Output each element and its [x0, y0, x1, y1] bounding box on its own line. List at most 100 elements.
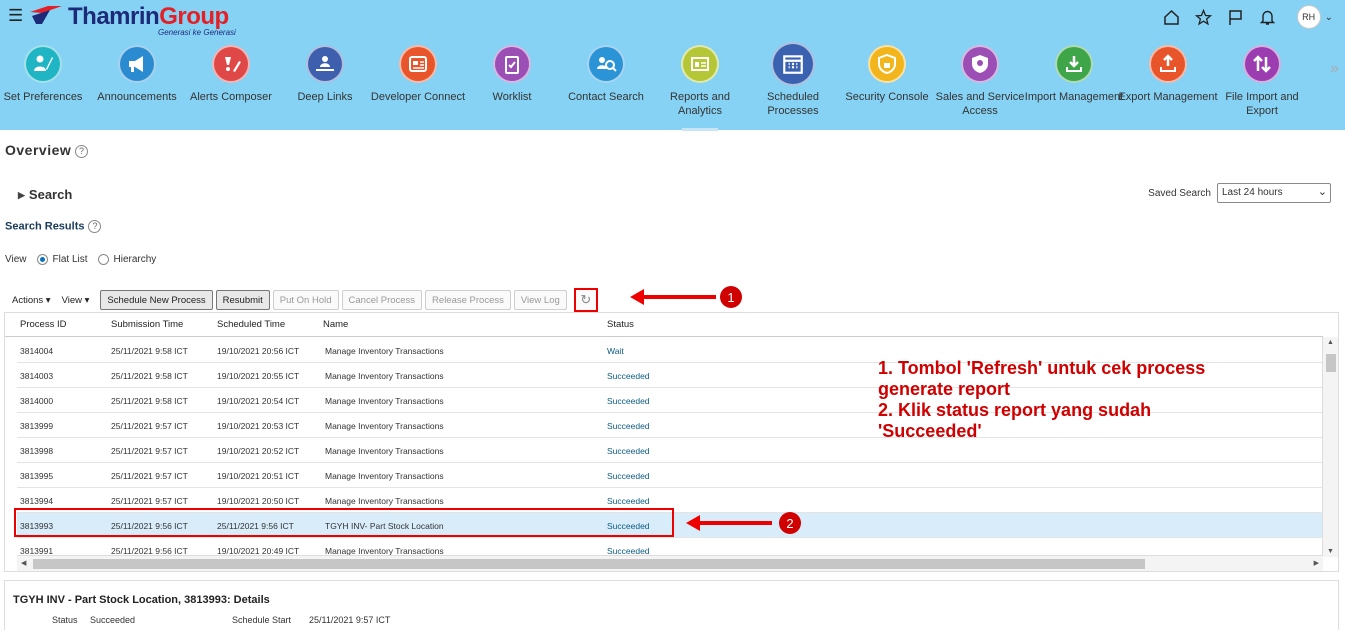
thamrin-group-logo[interactable]: ThamrinGroup Generasi ke Generasi	[28, 2, 258, 37]
flat-list-radio[interactable]	[36, 254, 48, 265]
app-label: Security Console	[845, 91, 929, 103]
process-name: Manage Inventory Transactions	[325, 421, 444, 431]
import-export-icon	[1243, 45, 1281, 83]
app-developer-connect[interactable]: Developer Connect	[368, 45, 468, 104]
submission-time: 25/11/2021 9:57 ICT	[111, 471, 188, 481]
hamburger-menu-icon[interactable]: ☰	[8, 6, 23, 26]
release-process-button[interactable]: Release Process	[425, 290, 511, 310]
annotation-note: 1. Tombol 'Refresh' untuk cek process ge…	[878, 358, 1238, 442]
scroll-down-icon[interactable]: ▼	[1327, 548, 1334, 555]
app-label: Worklist	[492, 91, 532, 103]
process-name: Manage Inventory Transactions	[325, 471, 444, 481]
help-icon[interactable]: ?	[88, 220, 102, 233]
scheduled-time: 19/10/2021 20:53 ICT	[217, 421, 300, 431]
app-label: Import Management	[1024, 91, 1124, 103]
page-title: Overview?	[5, 142, 89, 158]
table-header: Process ID Submission Time Scheduled Tim…	[5, 313, 1323, 337]
cancel-process-button[interactable]: Cancel Process	[341, 290, 423, 310]
home-icon[interactable]	[1161, 6, 1183, 28]
scrollbar-thumb[interactable]	[33, 559, 1145, 569]
status-link[interactable]: Wait	[607, 346, 624, 356]
submission-time: 25/11/2021 9:57 ICT	[111, 496, 188, 506]
schedule-new-process-button[interactable]: Schedule New Process	[100, 290, 213, 310]
annotation-arrow-2	[686, 515, 772, 531]
scrollbar-thumb[interactable]	[1326, 354, 1336, 372]
status-link[interactable]: Succeeded	[607, 471, 650, 481]
app-set-preferences[interactable]: Set Preferences	[0, 45, 93, 104]
app-import-management[interactable]: Import Management	[1024, 45, 1124, 104]
refresh-icon[interactable]: ↻	[573, 288, 598, 312]
view-log-button[interactable]: View Log	[513, 290, 567, 310]
chevron-right-double-icon[interactable]: »	[1330, 60, 1339, 78]
submission-time: 25/11/2021 9:58 ICT	[111, 346, 188, 356]
resubmit-button[interactable]: Resubmit	[215, 290, 270, 310]
app-security-console[interactable]: Security Console	[837, 45, 937, 104]
process-id: 3814000	[20, 396, 54, 406]
vertical-scrollbar[interactable]: ▲ ▼	[1322, 337, 1338, 557]
actions-menu[interactable]: Actions ▾	[12, 295, 51, 306]
app-worklist[interactable]: Worklist	[462, 45, 562, 104]
logo-mark-icon	[30, 6, 62, 24]
app-label: Alerts Composer	[190, 91, 272, 103]
bell-icon[interactable]	[1257, 6, 1279, 28]
app-label: Deep Links	[297, 91, 353, 103]
submission-time: 25/11/2021 9:57 ICT	[111, 421, 188, 431]
flat-list-label: Flat List	[52, 254, 88, 265]
megaphone-icon	[118, 45, 156, 83]
app-sales-and-service-access[interactable]: Sales and Service Access	[930, 45, 1030, 118]
app-contact-search[interactable]: Contact Search	[556, 45, 656, 104]
column-header[interactable]: Name	[323, 319, 348, 330]
developer-icon	[399, 45, 437, 83]
search-section-toggle[interactable]: ▶ Search	[18, 187, 72, 202]
status-link[interactable]: Succeeded	[607, 421, 650, 431]
flag-icon[interactable]	[1225, 6, 1247, 28]
app-export-management[interactable]: Export Management	[1118, 45, 1218, 104]
scroll-left-icon[interactable]: ◀	[21, 559, 26, 567]
put-on-hold-button[interactable]: Put On Hold	[272, 290, 339, 310]
status-value: Succeeded	[90, 615, 136, 625]
shield-check-icon	[961, 45, 999, 83]
scroll-right-icon[interactable]: ▶	[1314, 559, 1319, 567]
scroll-up-icon[interactable]: ▲	[1327, 339, 1334, 346]
app-scheduled-processes[interactable]: Scheduled Processes	[743, 42, 843, 118]
process-details-panel: TGYH INV - Part Stock Location, 3813993:…	[4, 580, 1339, 630]
column-header[interactable]: Scheduled Time	[217, 319, 285, 330]
chevron-down-icon[interactable]: ⌄	[1325, 12, 1333, 23]
hierarchy-radio[interactable]	[97, 254, 109, 265]
status-link[interactable]: Succeeded	[607, 371, 650, 381]
table-row[interactable]: 3813995 25/11/2021 9:57 ICT 19/10/2021 2…	[17, 463, 1323, 488]
scheduled-time: 19/10/2021 20:54 ICT	[217, 396, 300, 406]
global-header-icons: RH ⌄	[1161, 5, 1333, 29]
table-row[interactable]: 3813991 25/11/2021 9:56 ICT 19/10/2021 2…	[17, 538, 1323, 556]
star-icon[interactable]	[1193, 6, 1215, 28]
global-header: ☰ ThamrinGroup Generasi ke Generasi RH ⌄…	[0, 0, 1345, 131]
app-announcements[interactable]: Announcements	[87, 45, 187, 104]
status-label: Status	[52, 615, 78, 625]
export-icon	[1149, 45, 1187, 83]
note-line: 1. Tombol 'Refresh' untuk cek process	[878, 358, 1206, 378]
app-reports-and-analytics[interactable]: Reports and Analytics	[650, 45, 750, 118]
submission-time: 25/11/2021 9:58 ICT	[111, 371, 188, 381]
app-label: Sales and Service Access	[935, 91, 1025, 117]
process-name: Manage Inventory Transactions	[325, 396, 444, 406]
app-alerts-composer[interactable]: Alerts Composer	[181, 45, 281, 104]
saved-search-select[interactable]: Last 24 hours ⌄	[1217, 183, 1331, 203]
column-header[interactable]: Process ID	[20, 319, 66, 330]
callout-badge-1: 1	[720, 286, 742, 308]
status-link[interactable]: Succeeded	[607, 396, 650, 406]
view-mode: View Flat List Hierarchy	[5, 254, 156, 265]
view-menu[interactable]: View ▾	[62, 295, 90, 306]
horizontal-scrollbar[interactable]: ◀ ▶	[17, 555, 1323, 571]
column-header[interactable]: Status	[607, 319, 634, 330]
saved-search: Saved Search Last 24 hours ⌄	[1148, 183, 1331, 203]
user-avatar[interactable]: RH	[1296, 5, 1321, 29]
app-deep-links[interactable]: Deep Links	[275, 45, 375, 104]
process-id: 3813999	[20, 421, 54, 431]
column-header[interactable]: Submission Time	[111, 319, 183, 330]
status-link[interactable]: Succeeded	[607, 446, 650, 456]
app-file-import-and-export[interactable]: File Import and Export	[1212, 45, 1312, 118]
reports-icon	[681, 45, 719, 83]
status-link[interactable]: Succeeded	[607, 496, 650, 506]
schedule-start-label: Schedule Start	[232, 615, 292, 625]
help-icon[interactable]: ?	[75, 144, 89, 158]
